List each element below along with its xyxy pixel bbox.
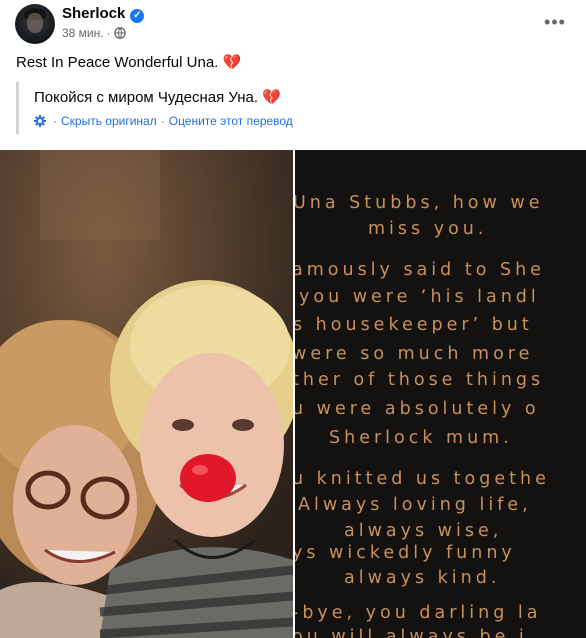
poem-line: amously said to She	[295, 260, 545, 280]
translation-settings-icon[interactable]	[34, 115, 46, 127]
post-text: Rest In Peace Wonderful Una.	[16, 54, 219, 71]
photo-illustration	[0, 150, 293, 638]
poem-line: Una Stubbs, how we	[295, 193, 544, 213]
more-options-icon[interactable]: •••	[543, 12, 567, 32]
rate-translation-link[interactable]: Оцените этот перевод	[169, 114, 293, 128]
avatar-face	[27, 13, 43, 33]
poem-line: Sherlock mum.	[329, 428, 513, 448]
poem-line: were so much more	[295, 344, 534, 364]
translation-block: Покойся с миром Чудесная Уна. 💔 · Скрыть …	[16, 82, 576, 134]
poem-line: ys wickedly funny	[295, 543, 516, 563]
translation-broken-heart-emoji: 💔	[262, 89, 281, 106]
post-photos: Una Stubbs, how we miss you. amously sai…	[0, 150, 586, 638]
show-original-link[interactable]: Скрыть оригинал	[61, 114, 157, 128]
meta-separator: ·	[106, 26, 111, 40]
author-name-row: Sherlock ✓	[62, 5, 145, 23]
photo-two-women[interactable]	[0, 150, 293, 638]
post-message: Rest In Peace Wonderful Una. 💔	[16, 53, 241, 73]
photo-tribute-text[interactable]: Una Stubbs, how we miss you. amously sai…	[295, 150, 586, 638]
globe-icon	[113, 27, 126, 42]
verified-badge-icon: ✓	[130, 9, 145, 23]
translation-text: Покойся с миром Чудесная Уна.	[34, 89, 259, 106]
poem-line: always kind.	[344, 568, 501, 588]
poem-line: Always loving life,	[298, 495, 532, 515]
translation-links: · Скрыть оригинал · Оцените этот перевод	[34, 114, 293, 128]
poem-line: s housekeeper’ but	[295, 315, 533, 335]
poem-line: miss you.	[368, 219, 488, 239]
post-meta: 38 мин. ·	[62, 26, 126, 42]
poem-line: u were absolutely o	[295, 399, 540, 419]
author-avatar[interactable]	[15, 4, 55, 44]
post-time[interactable]: 38 мин.	[62, 26, 104, 40]
translation-message: Покойся с миром Чудесная Уна. 💔	[34, 88, 281, 108]
poem-line: -bye, you darling la	[295, 603, 542, 623]
poem-line: ou will always be i	[295, 627, 528, 638]
post-header: Sherlock ✓ 38 мин. · •••	[0, 0, 586, 48]
poem-line: you were ‘his landl	[299, 287, 540, 307]
links-separator: ·	[160, 114, 165, 128]
poem-line: always wise,	[344, 521, 503, 541]
tribute-poem: Una Stubbs, how we miss you. amously sai…	[295, 150, 586, 638]
links-separator-leading: ·	[53, 114, 57, 128]
author-name[interactable]: Sherlock	[62, 5, 125, 22]
poem-line: ther of those things	[295, 370, 545, 390]
poem-line: u knitted us togethe	[295, 469, 550, 489]
broken-heart-emoji: 💔	[222, 54, 242, 71]
